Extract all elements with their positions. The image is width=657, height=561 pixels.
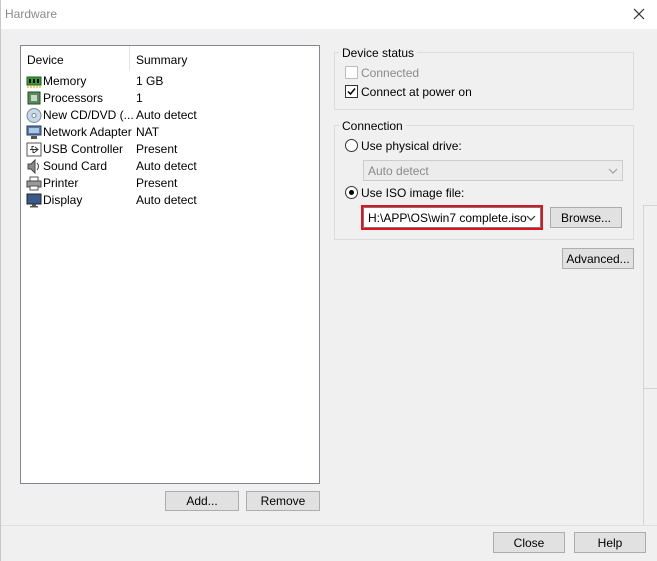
device-name: New CD/DVD (...: [43, 108, 134, 122]
device-status-label: Device status: [339, 46, 418, 60]
device-list[interactable]: Device Summary Memory 1 GB Processors 1: [20, 45, 320, 484]
column-device[interactable]: Device: [27, 53, 64, 67]
connect-at-power-on-label: Connect at power on: [361, 85, 472, 99]
device-summary: 1: [136, 91, 143, 105]
memory-icon: [26, 76, 42, 88]
window-edge-line: [643, 205, 657, 206]
chevron-down-icon: [608, 168, 618, 174]
device-name: USB Controller: [43, 142, 124, 156]
remove-device-button[interactable]: Remove: [246, 491, 320, 511]
iso-path-highlight-box: [361, 205, 543, 230]
device-row-cd-dvd[interactable]: New CD/DVD (... Auto detect: [21, 107, 319, 124]
connected-label: Connected: [361, 66, 420, 80]
dialog-footer: Close Help: [1, 525, 657, 561]
device-status-group: [334, 52, 634, 110]
connection-label: Connection: [339, 119, 406, 133]
hardware-dialog: Hardware Device Summary Memory 1 GB Proc…: [0, 0, 657, 561]
device-row-processors[interactable]: Processors 1: [21, 90, 319, 107]
cd-dvd-icon: [26, 108, 42, 123]
column-summary[interactable]: Summary: [136, 53, 187, 67]
device-row-printer[interactable]: Printer Present: [21, 175, 319, 192]
help-button[interactable]: Help: [574, 532, 646, 553]
device-summary: NAT: [136, 125, 160, 139]
device-summary: Present: [136, 176, 178, 190]
device-row-display[interactable]: Display Auto detect: [21, 192, 319, 209]
device-name: Processors: [43, 91, 104, 105]
advanced-button[interactable]: Advanced...: [562, 248, 634, 269]
list-header: Device Summary: [21, 46, 319, 72]
printer-icon: [26, 176, 42, 191]
add-device-button[interactable]: Add...: [165, 491, 239, 511]
processor-icon: [27, 91, 41, 105]
device-row-usb-controller[interactable]: USB Controller Present: [21, 141, 319, 158]
checkmark-icon: [347, 88, 356, 96]
device-summary: Present: [136, 142, 178, 156]
physical-drive-value: Auto detect: [368, 164, 429, 178]
device-row-sound-card[interactable]: Sound Card Auto detect: [21, 158, 319, 175]
device-row-network-adapter[interactable]: Network Adapter NAT: [21, 124, 319, 141]
sound-card-icon: [27, 159, 39, 174]
device-name: Memory: [43, 74, 87, 88]
close-button[interactable]: Close: [493, 532, 565, 553]
device-summary: 1 GB: [136, 74, 164, 88]
use-iso-image-label: Use ISO image file:: [361, 186, 465, 200]
use-iso-image-radio[interactable]: [345, 186, 358, 199]
browse-button[interactable]: Browse...: [550, 207, 622, 228]
use-physical-drive-label: Use physical drive:: [361, 139, 462, 153]
device-summary: Auto detect: [136, 159, 197, 173]
title-bar: Hardware: [1, 0, 657, 29]
device-name: Network Adapter: [43, 125, 132, 139]
usb-icon: [26, 142, 42, 157]
device-name: Display: [43, 193, 83, 207]
device-name: Sound Card: [43, 159, 108, 173]
close-icon[interactable]: [630, 5, 648, 23]
device-summary: Auto detect: [136, 193, 197, 207]
column-separator[interactable]: [129, 46, 130, 70]
connect-at-power-on-checkbox[interactable]: [345, 85, 358, 98]
radio-selected-dot: [349, 190, 354, 195]
display-icon: [26, 193, 42, 208]
connected-checkbox[interactable]: [345, 66, 358, 79]
window-edge-line: [643, 205, 644, 525]
physical-drive-select[interactable]: Auto detect: [363, 160, 623, 181]
device-name: Printer: [43, 176, 79, 190]
device-row-memory[interactable]: Memory 1 GB: [21, 73, 319, 90]
window-title: Hardware: [5, 7, 58, 21]
network-adapter-icon: [26, 125, 42, 139]
window-edge-line: [643, 388, 657, 389]
device-summary: Auto detect: [136, 108, 197, 122]
use-physical-drive-radio[interactable]: [345, 139, 358, 152]
